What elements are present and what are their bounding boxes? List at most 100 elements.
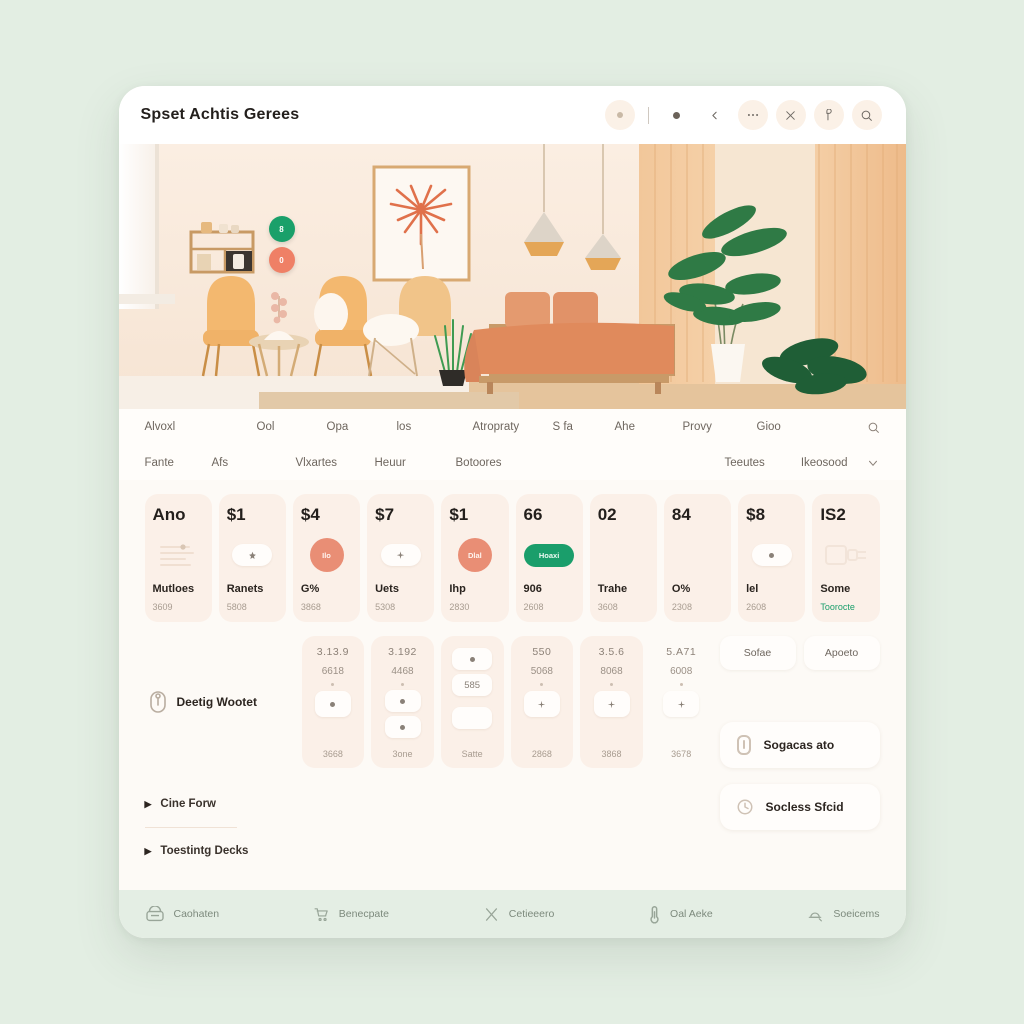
tile-value: 585 [464,679,481,691]
tile-button-bottom[interactable] [452,707,493,729]
tile-value: 4468 [391,666,414,677]
status-badge[interactable]: Hoaxi [523,543,575,567]
clock-glyph-icon [737,799,752,815]
footer-item-caohaten[interactable]: Caohaten [145,906,220,922]
rail-wide-button[interactable]: Sogacas ato [719,722,880,768]
card-sub: 2830 [449,602,470,612]
metric-card[interactable]: $7 Uets 5308 [367,494,435,622]
document-lines-icon [160,544,195,566]
nav-item-7[interactable]: Provy [683,421,757,433]
tile-dot-icon [610,683,614,686]
accordion-item-label: Cine Forw [160,798,217,810]
dot-icon [400,698,405,704]
nav-item-5[interactable]: S fa [553,421,615,433]
tile-footer: Satte [461,749,483,759]
tile[interactable]: 550 5068 2868 [510,636,574,768]
hero-badge-coral[interactable]: 0 [268,247,295,273]
toolbar-divider [647,106,649,124]
footer-item-soeicems[interactable]: Soeicems [806,906,880,923]
battery-icon [736,734,752,756]
footer-item-label: Caohaten [173,908,220,920]
footer-item-cetieeero[interactable]: Cetieeero [483,906,554,923]
nav2-item-0[interactable]: Fante [145,457,212,469]
tile-button[interactable] [663,691,700,717]
status-dot-button[interactable] [604,100,635,130]
card-value: 84 [671,505,691,524]
nav-item-6[interactable]: Ahe [615,421,683,433]
accordion-item-cine-forw[interactable]: ▶ Cine Forw [145,790,712,818]
nav-row-primary: Alvoxl Ool Opa los Atropraty S fa Ahe Pr… [145,409,880,445]
footer-item-benecpate[interactable]: Benecpate [313,906,389,923]
tile[interactable]: 5.A71 6008 3678 [650,636,713,768]
rail-button-apply[interactable]: Apoeto [803,636,880,670]
metric-card[interactable]: 84 O% 2308 [663,494,732,622]
card-label: Ranets [226,583,264,595]
accordion-item-toestintg-decks[interactable]: ▶ Toestintg Decks [145,837,712,865]
nav2-item-4[interactable]: Botoores [456,457,502,469]
tile-button[interactable] [384,690,421,712]
tile-dot-icon [401,683,404,686]
nav-dropdown-button[interactable] [866,456,880,470]
nav-search-button[interactable] [867,421,880,434]
accordion-item-label: Toestintg Decks [160,845,249,857]
tile-button[interactable] [593,691,630,717]
card-label: O% [671,583,691,595]
nav2-item-2[interactable]: Vlxartes [296,457,375,469]
rail-lower-button[interactable]: Socless Sfcid [719,784,880,830]
nav-item-3[interactable]: los [397,421,473,433]
search-icon [868,422,879,433]
thermometer-glyph-icon [650,905,659,924]
rail-button-save[interactable]: Sofae [719,636,796,670]
circle-badge[interactable]: Dlal [457,538,492,572]
tile[interactable]: 3.5.6 8068 3868 [580,636,643,768]
tag-icon [826,108,832,120]
tile[interactable]: 585 Satte [440,636,504,768]
metric-card[interactable]: IS2 Some Toorocte [812,494,880,622]
tile-button[interactable] [523,691,560,717]
tile[interactable]: 3.192 4468 3one [371,636,434,768]
tile-number: 5.A71 [666,646,697,658]
nav-item-4[interactable]: Atropraty [473,421,553,433]
tile-button-top[interactable] [452,648,493,670]
accordion-divider [144,827,237,828]
card-value: $7 [375,505,395,524]
back-button[interactable] [700,100,730,130]
tile-button-secondary[interactable] [384,716,421,738]
circle-badge[interactable]: Ilo [309,538,344,572]
dot-icon [673,111,680,119]
search-icon [861,110,872,121]
card-label: Trahe [597,583,628,595]
search-button[interactable] [851,100,882,130]
nav-item-2[interactable]: Opa [327,421,397,433]
close-button[interactable] [775,100,806,130]
footer-item-oal-aeke[interactable]: Oal Aeke [648,905,713,924]
card-value: IS2 [820,505,846,524]
card-graphic [598,537,649,573]
metric-card[interactable]: $1 Dlal Ihp 2830 [441,494,509,622]
chip-button[interactable] [380,544,421,566]
nav-item-8[interactable]: Gioo [757,421,781,433]
tile-value: 8068 [600,666,623,677]
tile[interactable]: 3.13.9 6618 3668 [301,636,365,768]
metric-card[interactable]: Ano Mutloes 3609 [144,494,212,622]
metric-card[interactable]: 66 Hoaxi 906 2608 [515,494,583,622]
metric-card[interactable]: 02 Trahe 3608 [589,494,657,622]
nav-item-0[interactable]: Alvoxl [145,421,257,433]
more-options-button[interactable] [737,100,768,130]
tile-value-button[interactable]: 585 [452,674,493,696]
chip-button[interactable] [232,544,273,566]
nav2-item-3[interactable]: Heuur [375,457,456,469]
tile-button[interactable] [314,691,351,717]
nav2-item-1[interactable]: Afs [212,457,296,469]
metric-card[interactable]: $4 Ilo G% 3868 [292,494,361,622]
chip-button[interactable] [751,544,792,566]
tag-button[interactable] [813,100,844,130]
nav2-right-0[interactable]: Teeutes [725,457,765,469]
nav2-right-1[interactable]: Ikeosood [801,457,848,469]
metric-card[interactable]: $8 lel 2608 [738,494,806,622]
marker-dot-button[interactable] [662,100,692,130]
metric-card[interactable]: $1 Ranets 5808 [218,494,286,622]
nav-item-1[interactable]: Ool [257,421,327,433]
hero-badge-green[interactable]: 8 [268,216,295,242]
close-glyph-icon [485,907,497,921]
